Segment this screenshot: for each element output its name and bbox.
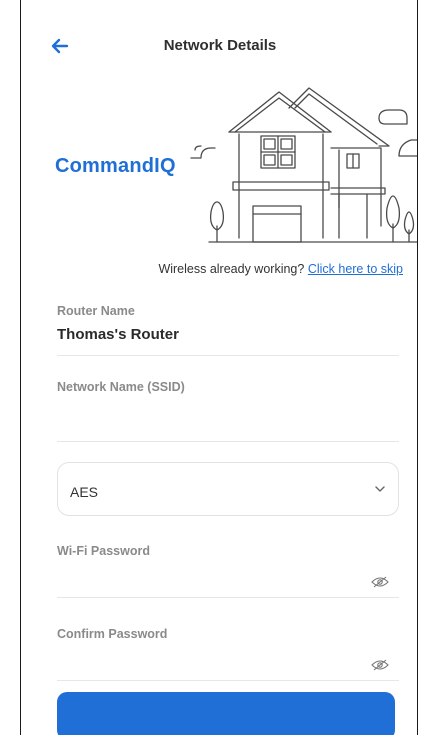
chevron-down-icon [375,486,385,492]
router-name-field[interactable]: Router Name Thomas's Router [57,304,399,356]
eye-toggle-icon[interactable] [371,659,389,671]
router-name-value[interactable]: Thomas's Router [57,326,399,343]
eye-toggle-icon[interactable] [371,576,389,588]
skip-prompt-text: Wireless already working? [158,262,305,276]
router-name-label: Router Name [57,304,135,318]
page-title: Network Details [163,37,277,54]
ssid-field[interactable]: Network Name (SSID) [57,380,399,442]
encryption-selected-value: AES [70,484,99,500]
house-illustration [190,87,417,243]
wifi-password-field[interactable]: Wi-Fi Password [57,544,399,598]
ssid-label: Network Name (SSID) [57,380,185,394]
skip-link[interactable]: Click here to skip [308,262,403,276]
confirm-password-label: Confirm Password [57,627,168,641]
header: Network Details [21,26,417,66]
brand-logo: CommandIQ [55,155,176,177]
wifi-password-label: Wi-Fi Password [57,544,150,558]
skip-prompt: Wireless already working? Click here to … [158,262,403,276]
encryption-select[interactable]: AES [57,462,399,516]
confirm-password-field[interactable]: Confirm Password [57,627,399,681]
confirm-password-input[interactable] [57,649,399,673]
app-screen: Network Details CommandIQ Wireless alrea… [20,0,418,735]
wifi-password-input[interactable] [57,566,399,590]
continue-button[interactable] [57,692,395,735]
ssid-input[interactable] [57,402,399,426]
